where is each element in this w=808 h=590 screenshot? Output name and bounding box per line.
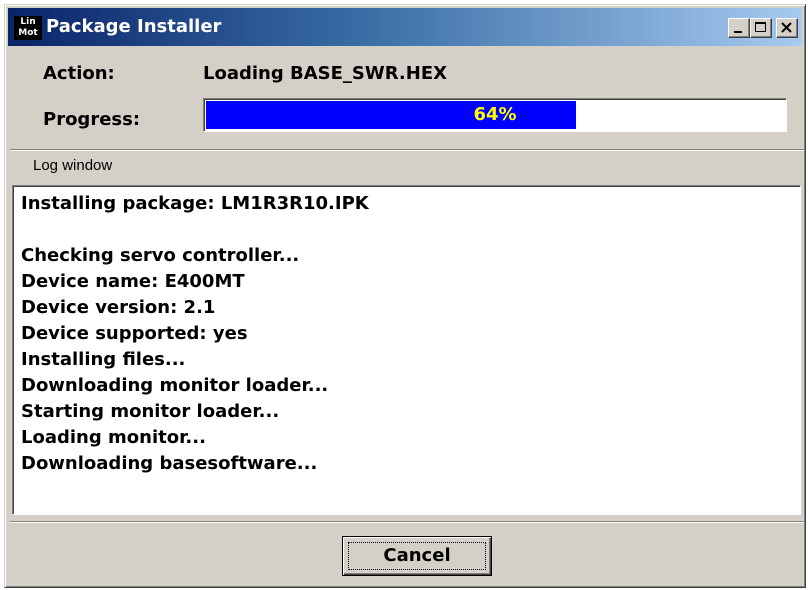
action-value: Loading BASE_SWR.HEX bbox=[203, 63, 448, 84]
maximize-button[interactable] bbox=[750, 18, 772, 38]
section-divider bbox=[10, 149, 804, 151]
close-icon bbox=[781, 22, 792, 33]
close-button[interactable] bbox=[776, 18, 798, 38]
log-line: Device supported: yes bbox=[21, 323, 248, 344]
log-line: Device name: E400MT bbox=[21, 271, 245, 292]
log-window[interactable]: Installing package: LM1R3R10.IPK Checking… bbox=[12, 185, 801, 515]
log-line: Installing files... bbox=[21, 349, 186, 370]
log-line: Installing package: LM1R3R10.IPK bbox=[21, 193, 369, 214]
cancel-button[interactable]: Cancel bbox=[342, 536, 492, 576]
progress-percent: 64% bbox=[473, 104, 517, 125]
action-label: Action: bbox=[43, 63, 115, 84]
minimize-button[interactable] bbox=[728, 18, 750, 38]
log-line: Downloading basesoftware... bbox=[21, 453, 318, 474]
logo-text-top: Lin bbox=[20, 17, 36, 27]
package-installer-window: Lin Mot Package Installer Action: Loadin… bbox=[4, 4, 806, 588]
maximize-icon bbox=[755, 22, 766, 32]
minimize-icon bbox=[734, 31, 742, 33]
log-window-caption: Log window bbox=[33, 157, 113, 174]
button-divider bbox=[10, 521, 804, 523]
progress-label: Progress: bbox=[43, 109, 141, 130]
log-line: Starting monitor loader... bbox=[21, 401, 280, 422]
title-bar[interactable]: Lin Mot Package Installer bbox=[8, 8, 802, 46]
window-title: Package Installer bbox=[46, 16, 222, 37]
progress-bar: 64% bbox=[203, 98, 787, 132]
log-line: Downloading monitor loader... bbox=[21, 375, 329, 396]
log-line: Device version: 2.1 bbox=[21, 297, 216, 318]
logo-text-bottom: Mot bbox=[18, 28, 38, 38]
linmot-logo-icon: Lin Mot bbox=[14, 16, 42, 40]
log-line: Loading monitor... bbox=[21, 427, 206, 448]
cancel-button-label: Cancel bbox=[383, 545, 451, 566]
log-line: Checking servo controller... bbox=[21, 245, 300, 266]
